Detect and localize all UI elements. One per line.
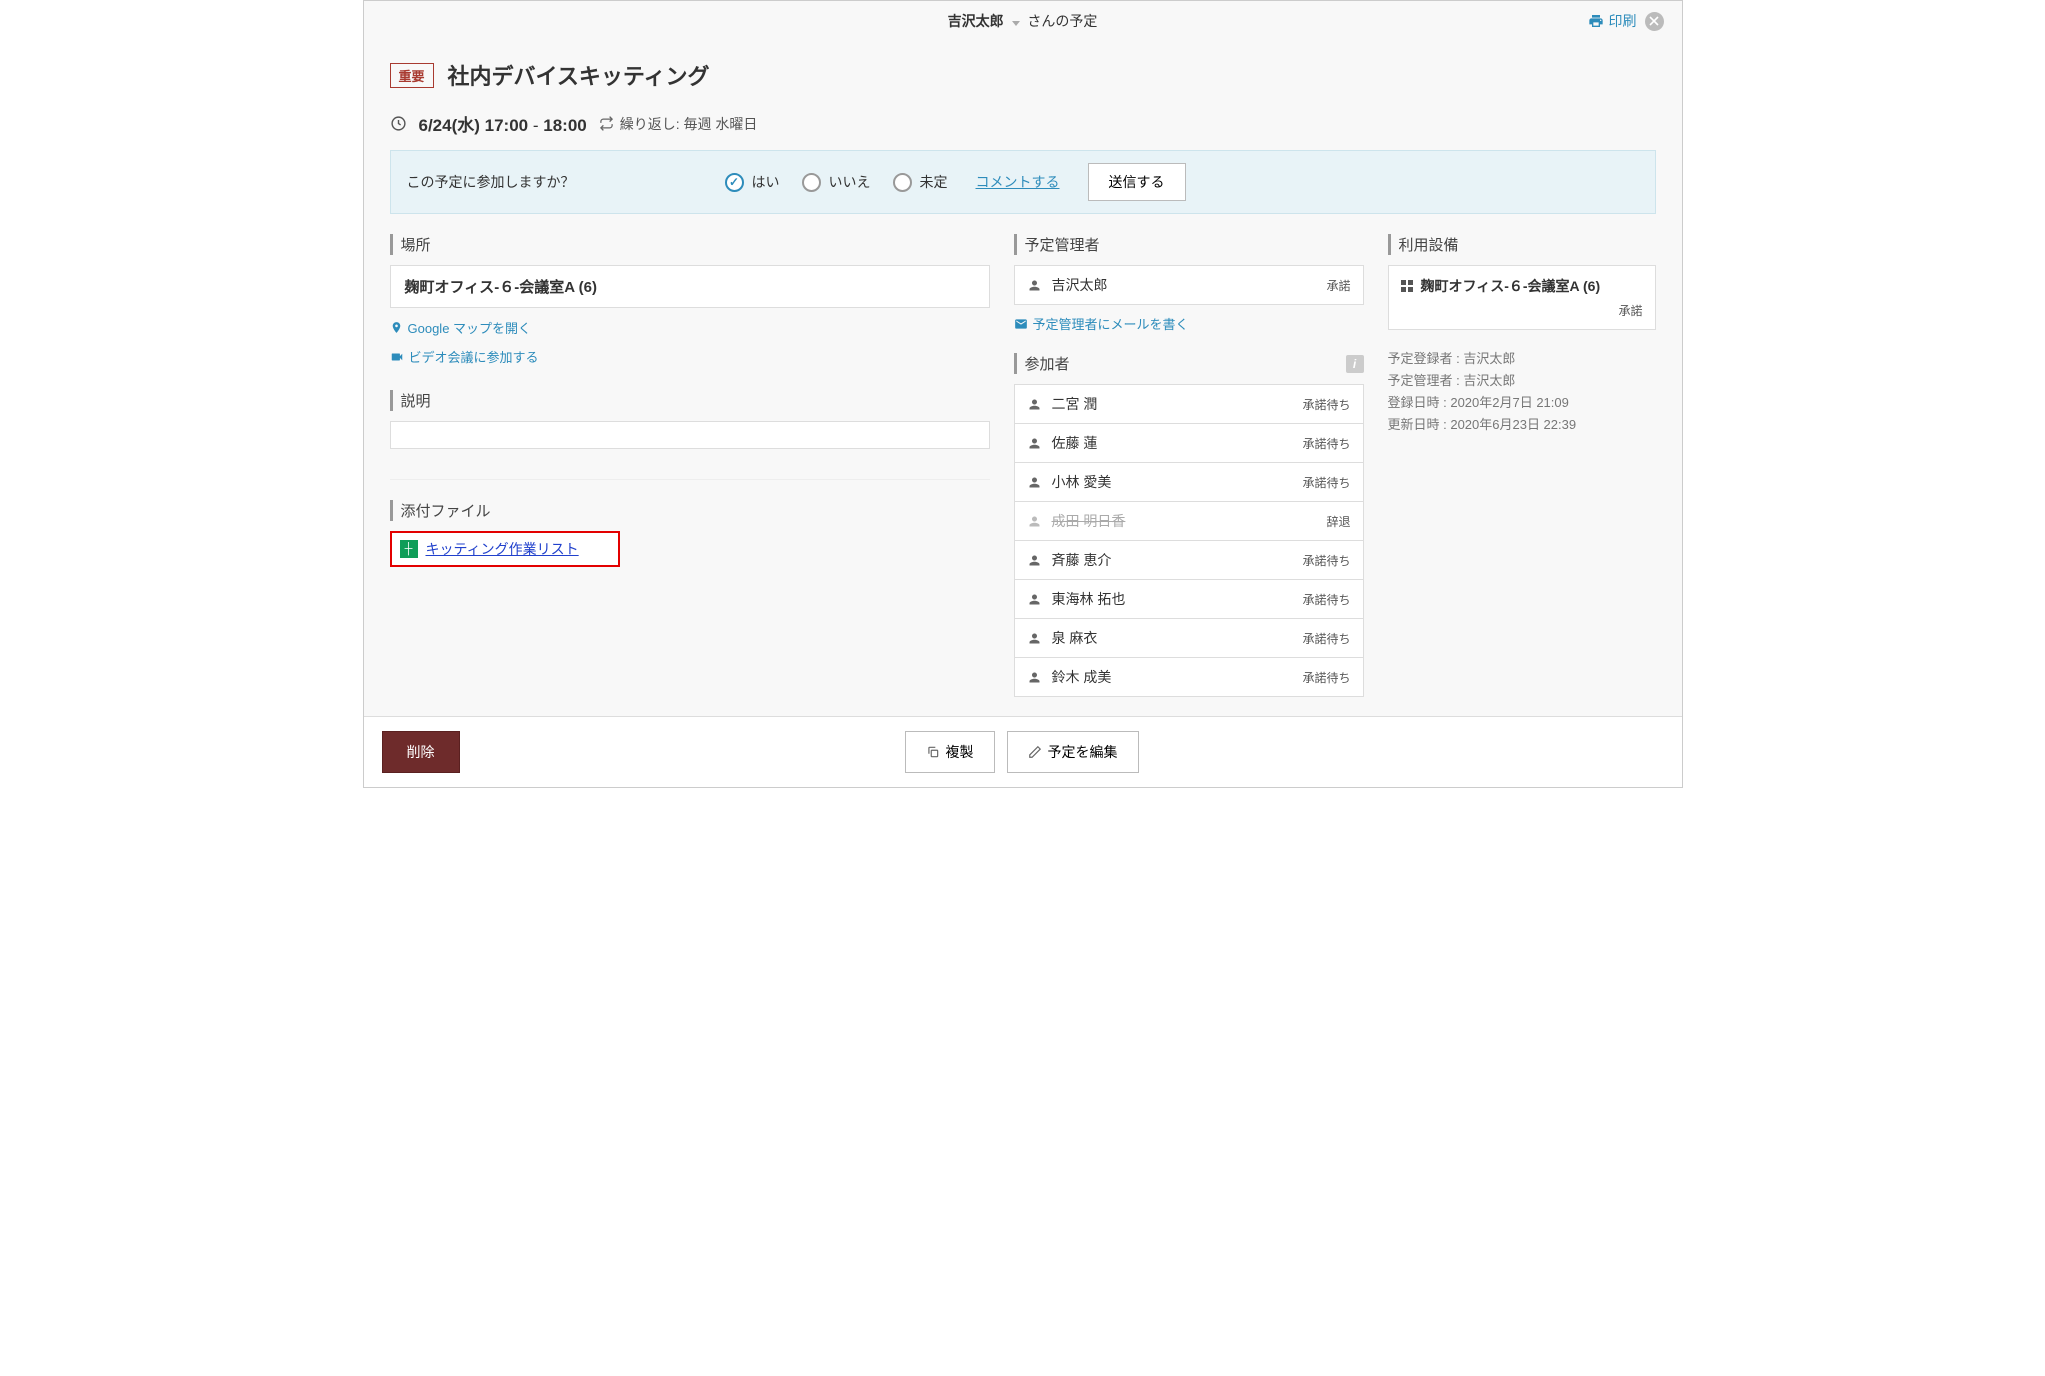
facility-box: 麹町オフィス-６-会議室A (6) 承諾 [1388,265,1656,330]
participant-row: 鈴木 成美 承諾待ち [1014,657,1364,697]
header: 吉沢太郎 さんの予定 印刷 [364,1,1682,41]
person-icon [1027,514,1042,529]
participant-status: 承諾待ち [1302,552,1350,569]
attachments-section-label: 添付ファイル [390,500,990,521]
meta-manager: 予定管理者 : 吉沢太郎 [1388,370,1656,392]
close-icon [1649,16,1659,26]
spreadsheet-icon [400,540,418,558]
map-link[interactable]: Google マップを開く [390,318,990,337]
copy-icon [926,745,940,759]
footer: 削除 複製 予定を編集 [364,716,1682,787]
person-icon [1027,553,1042,568]
meta-updated: 更新日時 : 2020年6月23日 22:39 [1388,414,1656,436]
participant-row: 泉 麻衣 承諾待ち [1014,618,1364,658]
participant-status: 承諾待ち [1302,591,1350,608]
header-user-dropdown[interactable]: 吉沢太郎 さんの予定 [948,11,1098,31]
header-user: 吉沢太郎 [948,13,1004,29]
header-suffix: さんの予定 [1027,13,1097,29]
organizer-status: 承諾 [1326,277,1350,294]
participant-row: 小林 愛美 承諾待ち [1014,462,1364,502]
participant-name: 泉 麻衣 [1052,628,1098,648]
participants-section-label: 参加者 [1014,353,1070,374]
participant-name: 東海林 拓也 [1052,589,1126,609]
chevron-down-icon [1012,21,1020,26]
rsvp-undecided-label: 未定 [920,172,948,192]
clock-icon [390,115,407,132]
participant-name: 斉藤 恵介 [1052,550,1112,570]
organizer-row: 吉沢太郎 承諾 [1014,265,1364,305]
participant-status: 承諾待ち [1302,396,1350,413]
video-link[interactable]: ビデオ会議に参加する [390,347,990,366]
close-button[interactable] [1645,12,1664,31]
rsvp-yes-label: はい [752,172,780,192]
organizer-section-label: 予定管理者 [1014,234,1364,255]
divider [390,479,990,480]
mail-icon [1014,317,1028,331]
comment-link[interactable]: コメントする [976,172,1060,192]
email-organizer-link[interactable]: 予定管理者にメールを書く [1014,314,1364,333]
rsvp-bar: この予定に参加しますか？ はい いいえ 未定 コメントする 送信する [390,150,1656,214]
important-tag: 重要 [390,63,434,88]
copy-button[interactable]: 複製 [905,731,995,773]
printer-icon [1588,13,1604,29]
rsvp-no-label: いいえ [829,172,871,192]
rsvp-no-radio[interactable] [802,173,821,192]
event-title: 社内デバイスキッティング [448,59,710,91]
description-section-label: 説明 [390,390,990,411]
video-icon [390,350,404,364]
repeat-info: 繰り返し: 毎週 水曜日 [599,114,758,134]
participant-status: 承諾待ち [1302,669,1350,686]
person-icon [1027,631,1042,646]
rsvp-submit-button[interactable]: 送信する [1088,163,1186,201]
location-section-label: 場所 [390,234,990,255]
participant-name: 二宮 潤 [1052,394,1098,414]
person-icon [1027,436,1042,451]
facility-icon [1401,280,1413,292]
rsvp-undecided-radio[interactable] [893,173,912,192]
map-pin-icon [390,321,403,334]
participant-name: 鈴木 成美 [1052,667,1112,687]
participant-name: 佐藤 蓮 [1052,433,1098,453]
person-icon [1027,670,1042,685]
participants-list: 二宮 潤 承諾待ち 佐藤 蓮 承諾待ち 小林 愛美 承諾待ち 成田 明日香 辞退… [1014,384,1364,697]
print-button[interactable]: 印刷 [1588,11,1637,31]
organizer-name: 吉沢太郎 [1052,275,1108,295]
participant-status: 承諾待ち [1302,435,1350,452]
person-icon [1027,592,1042,607]
location-text: 麹町オフィス-６-会議室A (6) [405,279,597,296]
facility-section-label: 利用設備 [1388,234,1656,255]
repeat-icon [599,116,614,131]
participant-name: 小林 愛美 [1052,472,1112,492]
attachment-link[interactable]: キッティング作業リスト [426,539,579,559]
event-datetime: 6/24(水) 17:00 - 18:00 [419,111,587,136]
participant-row: 佐藤 蓮 承諾待ち [1014,423,1364,463]
delete-button[interactable]: 削除 [382,731,460,773]
participant-row: 二宮 潤 承諾待ち [1014,384,1364,424]
meta-created: 登録日時 : 2020年2月7日 21:09 [1388,392,1656,414]
meta-info: 予定登録者 : 吉沢太郎 予定管理者 : 吉沢太郎 登録日時 : 2020年2月… [1388,348,1656,436]
attachment-item[interactable]: キッティング作業リスト [390,531,620,567]
person-icon [1027,475,1042,490]
rsvp-yes-radio[interactable] [725,173,744,192]
participant-row: 斉藤 恵介 承諾待ち [1014,540,1364,580]
facility-status: 承諾 [1401,302,1643,319]
participant-status: 承諾待ち [1302,630,1350,647]
participant-status: 辞退 [1326,513,1350,530]
rsvp-question: この予定に参加しますか？ [407,172,707,192]
person-icon [1027,397,1042,412]
participant-status: 承諾待ち [1302,474,1350,491]
pencil-icon [1028,745,1042,759]
facility-name: 麹町オフィス-６-会議室A (6) [1421,276,1601,296]
info-icon[interactable]: i [1346,355,1364,373]
meta-creator: 予定登録者 : 吉沢太郎 [1388,348,1656,370]
participant-row: 東海林 拓也 承諾待ち [1014,579,1364,619]
participant-name: 成田 明日香 [1052,511,1126,531]
person-icon [1027,278,1042,293]
edit-button[interactable]: 予定を編集 [1007,731,1139,773]
participant-row: 成田 明日香 辞退 [1014,501,1364,541]
location-box: 麹町オフィス-６-会議室A (6) [390,265,990,308]
description-box [390,421,990,449]
